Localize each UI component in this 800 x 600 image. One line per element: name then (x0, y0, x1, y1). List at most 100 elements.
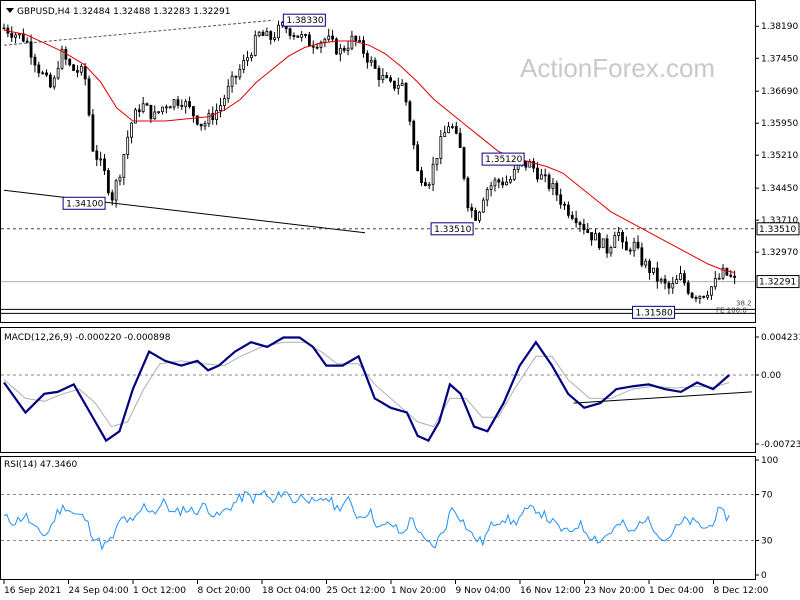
candle-body (45, 72, 48, 76)
candle-body (536, 167, 539, 180)
candle-body (172, 99, 176, 108)
candle-body (168, 106, 172, 109)
candle-body (416, 144, 420, 172)
x-tick-label: 16 Nov 12:00 (520, 586, 581, 596)
candle-body (153, 111, 157, 120)
symbol-header: GBPUSD,H4 1.32484 1.32488 1.32283 1.3229… (17, 7, 230, 17)
rsi-title: RSI(14) 47.3460 (4, 460, 77, 470)
candle-body (408, 101, 412, 122)
x-tick-label: 25 Oct 12:00 (327, 586, 386, 596)
dropdown-triangle-icon[interactable] (6, 8, 14, 13)
candle-body (29, 41, 33, 58)
candle-body (25, 40, 29, 43)
candle-body (346, 47, 350, 51)
candle-body (404, 82, 408, 103)
candle-body (470, 207, 474, 211)
candle-body (458, 132, 462, 149)
candle-body (365, 52, 369, 63)
candle-body (76, 70, 79, 73)
chart-svg: ActionForex.com GBPUSD,H4 1.32484 1.3248… (0, 0, 800, 596)
candle-body (126, 136, 130, 155)
candle-body (667, 282, 671, 289)
candle-body (222, 98, 226, 106)
candle-body (601, 238, 605, 249)
candle-body (729, 274, 733, 277)
macd-title: MACD(12,26,9) -0.000220 -0.000898 (4, 333, 171, 343)
candle-body (311, 45, 315, 48)
candle-body (574, 218, 578, 224)
candle-body (435, 157, 439, 165)
candle-body (203, 123, 207, 127)
candle-body (56, 67, 60, 79)
rsi-y-tick-label: 0 (761, 571, 767, 581)
price-y-tick-label: 1.34450 (761, 184, 798, 194)
candle-body (439, 136, 443, 159)
candle-body (563, 203, 566, 206)
candle-body (555, 182, 559, 196)
candle-body (512, 169, 516, 180)
candle-body (702, 295, 706, 298)
candle-body (207, 113, 211, 125)
x-tick-label: 23 Nov 20:00 (585, 586, 646, 596)
candle-body (578, 222, 582, 225)
candle-body (652, 267, 655, 273)
x-tick-label: 1 Oct 12:00 (133, 586, 186, 596)
candle-body (114, 180, 118, 201)
price-annotation-label: 1.35120 (485, 155, 522, 165)
price-y-tick-label: 1.36690 (761, 87, 798, 97)
candle-body (149, 104, 153, 120)
candle-body (423, 182, 427, 187)
candle-body (567, 204, 570, 216)
candle-body (91, 114, 95, 152)
candle-body (257, 31, 261, 37)
candle-body (663, 278, 667, 284)
candle-body (466, 177, 470, 209)
candle-body (300, 34, 304, 38)
rsi-y-tick-label: 100 (761, 456, 778, 466)
candle-body (10, 32, 14, 38)
macd-y-tick-label: 0.004231 (761, 333, 800, 343)
candle-body (288, 28, 292, 36)
candle-body (184, 101, 188, 107)
candle-body (617, 232, 621, 236)
candle-body (145, 103, 149, 106)
candle-body (605, 238, 609, 254)
candle-body (215, 110, 219, 120)
candle-body (99, 158, 103, 161)
candle-body (640, 247, 644, 266)
price-annotation-label: 1.31580 (636, 308, 673, 318)
candle-body (122, 154, 126, 178)
candle-body (362, 40, 365, 54)
candle-body (393, 80, 396, 89)
candle-body (373, 59, 377, 69)
candle-body (141, 103, 145, 113)
fe-small-label: FE 100.0 (716, 306, 747, 314)
candle-body (690, 292, 694, 298)
price-y-tick-label: 1.37450 (761, 54, 798, 64)
candle-body (485, 189, 489, 201)
candle-body (396, 84, 400, 89)
x-tick-label: 1 Dec 04:00 (649, 586, 704, 596)
x-tick-label: 18 Oct 04:00 (262, 586, 321, 596)
candle-body (509, 178, 512, 183)
candle-body (265, 31, 269, 37)
candle-body (253, 35, 257, 56)
candle-body (273, 37, 277, 40)
candle-body (377, 67, 381, 81)
candle-body (296, 35, 300, 38)
price-annotation-label: 1.38330 (286, 16, 323, 26)
price-y-tick-label: 1.32970 (761, 248, 798, 258)
candle-body (710, 286, 713, 296)
candle-body (250, 54, 253, 59)
x-tick-label: 1 Nov 20:00 (391, 586, 446, 596)
candle-body (219, 105, 222, 111)
x-tick-label: 24 Sep 04:00 (69, 586, 129, 596)
candle-body (315, 46, 319, 49)
x-axis: 16 Sep 2021 24 Sep 04:00 1 Oct 12:00 8 Oct … (3, 580, 769, 596)
candle-body (331, 35, 334, 40)
candle-body (655, 267, 659, 282)
candle-body (2, 27, 6, 30)
macd-panel: 0.004231 0.00 -0.00723 (1, 333, 800, 450)
candle-body (246, 57, 249, 61)
candle-body (261, 31, 265, 37)
